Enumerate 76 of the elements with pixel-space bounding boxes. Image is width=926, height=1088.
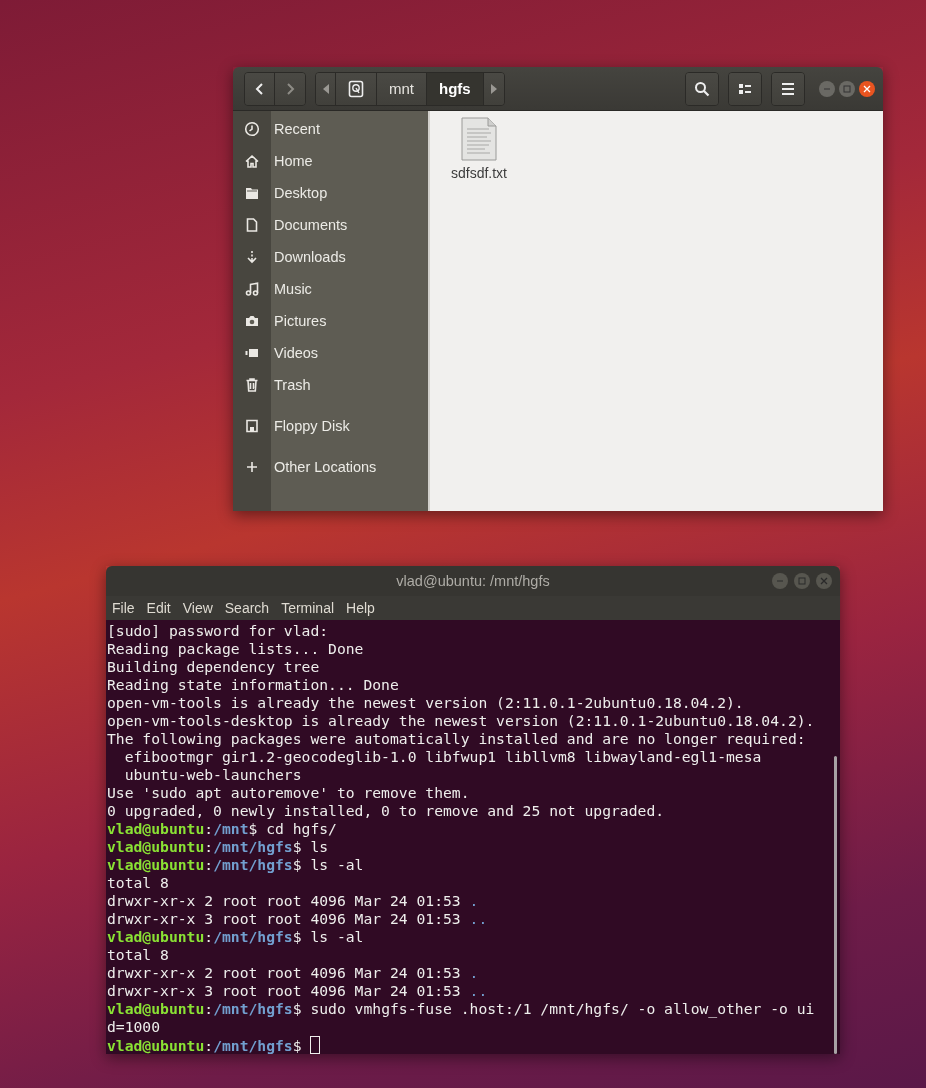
terminal-line: efibootmgr gir1.2-geocodeglib-1.0 libfwup1 libllvm8 libwayland-egl1-mesa <box>123 748 762 766</box>
file-name[interactable]: sdfsdf.txt <box>451 165 507 181</box>
triangle-right-icon <box>490 83 497 94</box>
search-icon <box>694 80 710 97</box>
scroll-right-button[interactable] <box>483 72 504 105</box>
sidebar-item[interactable]: Desktop <box>274 185 328 201</box>
view-options-button[interactable] <box>729 72 761 105</box>
sidebar-item[interactable]: Recent <box>274 121 320 137</box>
document-icon <box>244 217 260 233</box>
maximize-icon <box>798 577 806 585</box>
terminal-line: vlad@ubuntu:/mnt/hgfs$ ls -al <box>107 856 364 874</box>
menu-item[interactable]: View <box>176 600 219 616</box>
terminal-line: open-vm-tools-desktop is already the newest version (2:11.0.1-2ubuntu0.18.04.2). <box>107 712 815 730</box>
close-icon <box>820 577 828 585</box>
search-button[interactable] <box>686 72 718 105</box>
drive-path-button[interactable] <box>336 72 377 105</box>
terminal-line: drwxr-xr-x 2 root root 4096 Mar 24 01:53 . <box>107 964 479 982</box>
scrollbar-thumb[interactable] <box>834 756 837 1054</box>
terminal-line: vlad@ubuntu:/mnt/hgfs$ ls -al <box>107 928 364 946</box>
terminal-line: vlad@ubuntu:/mnt/hgfs$ sudo vmhgfs-fuse .host:/1 /mnt/hgfs/ -o allow_other -o ui <box>107 1000 815 1018</box>
sidebar-item[interactable]: Other Locations <box>274 459 377 475</box>
terminal-line: [sudo] password for vlad: <box>107 622 329 640</box>
close-icon <box>863 84 871 93</box>
scroll-left-button[interactable] <box>316 72 336 105</box>
terminal-line: open-vm-tools is already the newest version (2:11.0.1-2ubuntu0.18.04.2). <box>107 694 744 712</box>
terminal-line: vlad@ubuntu:/mnt$ cd hgfs/ <box>107 820 337 838</box>
recent-icon <box>244 121 260 137</box>
terminal-line: 0 upgraded, 0 newly installed, 0 to remove and 25 not upgraded. <box>107 802 665 820</box>
terminal-line: Reading state information... Done <box>107 676 399 694</box>
terminal-line: ubuntu-web-launchers <box>123 766 302 784</box>
forward-button[interactable] <box>275 72 305 105</box>
terminal-line: vlad@ubuntu:/mnt/hgfs$ <box>107 1036 321 1054</box>
terminal-line: total 8 <box>107 874 169 892</box>
path-button[interactable]: mnt <box>377 72 427 105</box>
maximize-icon <box>843 84 851 93</box>
sidebar-item[interactable]: Videos <box>274 345 319 361</box>
sidebar-item[interactable]: Trash <box>274 377 311 393</box>
menu-item[interactable]: Search <box>218 600 276 616</box>
menu-item[interactable]: Help <box>340 600 381 616</box>
terminal-line: drwxr-xr-x 2 root root 4096 Mar 24 01:53 . <box>107 892 479 910</box>
desktop-icon <box>244 185 260 201</box>
camera-icon <box>244 313 260 329</box>
sidebar-item[interactable]: Pictures <box>274 313 327 329</box>
terminal-line: Reading package lists... Done <box>107 640 364 658</box>
menu-item[interactable]: File <box>106 600 141 616</box>
sidebar-item[interactable]: Floppy Disk <box>274 418 350 434</box>
terminal-line: The following packages were automatically installed and are no longer required: <box>107 730 806 748</box>
menu-icon <box>781 82 795 95</box>
terminal-line: total 8 <box>107 946 169 964</box>
music-icon <box>244 281 260 297</box>
menu-button[interactable] <box>772 72 804 105</box>
terminal-line: Building dependency tree <box>107 658 320 676</box>
menu-item[interactable]: Edit <box>140 600 177 616</box>
drive-icon <box>348 79 364 98</box>
home-icon <box>244 153 260 169</box>
plus-icon <box>244 459 260 475</box>
path-button[interactable]: hgfs <box>427 72 484 105</box>
floppy-icon <box>244 418 260 434</box>
terminal-line: drwxr-xr-x 3 root root 4096 Mar 24 01:53 .. <box>107 910 488 928</box>
window-title: vlad@ubuntu: /mnt/hgfs <box>396 573 550 589</box>
terminal-line: Use 'sudo apt autoremove' to remove them. <box>107 784 470 802</box>
terminal-line: drwxr-xr-x 3 root root 4096 Mar 24 01:53 .. <box>107 982 488 1000</box>
trash-icon <box>244 377 260 393</box>
sidebar-item[interactable]: Music <box>274 281 312 297</box>
sidebar-item[interactable]: Documents <box>274 217 348 233</box>
terminal-line: d=1000 <box>107 1018 161 1036</box>
sidebar-item[interactable]: Home <box>274 153 313 169</box>
menu-item[interactable]: Terminal <box>275 600 341 616</box>
list-view-icon <box>738 82 752 95</box>
text-file-icon <box>460 117 498 161</box>
triangle-left-icon <box>322 83 329 94</box>
close-button[interactable] <box>859 80 875 97</box>
terminal-line: vlad@ubuntu:/mnt/hgfs$ ls <box>107 838 329 856</box>
back-button[interactable] <box>245 72 275 105</box>
download-icon <box>244 249 260 265</box>
sidebar-item[interactable]: Downloads <box>274 249 346 265</box>
